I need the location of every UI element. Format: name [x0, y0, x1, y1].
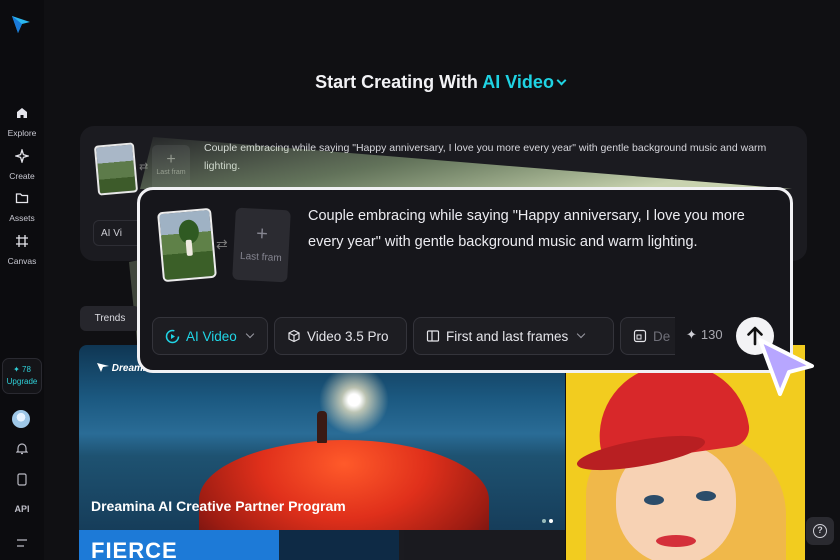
light-glow [319, 365, 389, 435]
sidebar-item-canvas[interactable]: Canvas [0, 234, 44, 269]
swap-icon[interactable]: ⇄ [216, 236, 228, 253]
api-link[interactable]: API [0, 504, 44, 514]
upgrade-button[interactable]: ✦ 78 Upgrade [2, 358, 42, 394]
gallery-item-text: FIERCE [91, 538, 178, 560]
sparkle-icon [15, 149, 29, 163]
sidebar-item-label: Assets [9, 213, 35, 223]
sidebar-item-explore[interactable]: Explore [0, 106, 44, 141]
mode-dropdown[interactable]: AI Video [482, 72, 567, 92]
bell-icon [15, 443, 29, 455]
mode-label: AI Video [482, 72, 554, 92]
model-select-label: Video 3.5 Pro [307, 328, 389, 344]
carousel-dot-active[interactable] [549, 519, 553, 523]
last-frame-slot[interactable]: + Last fram [232, 207, 291, 283]
avatar[interactable] [12, 410, 30, 428]
red-rock [199, 440, 489, 530]
eye [644, 495, 664, 505]
cube-icon [288, 329, 300, 343]
home-icon [17, 108, 27, 118]
page-title: Start Creating With AI Video [0, 72, 840, 93]
prompt-text[interactable]: Couple embracing while saying "Happy ann… [204, 139, 799, 175]
eye [696, 491, 716, 501]
mode-chip-label: AI Vi [101, 228, 122, 239]
page-title-prefix: Start Creating With [315, 72, 478, 92]
dreamina-logo[interactable] [10, 13, 32, 35]
silhouette [317, 411, 327, 443]
gallery-item[interactable] [404, 530, 565, 560]
tab-trends[interactable]: Trends [80, 306, 140, 331]
notification-button[interactable] [0, 442, 44, 460]
credit-cost: ✦ 130 [686, 327, 723, 343]
mode-chip[interactable]: AI Vi [93, 220, 143, 246]
first-frame-thumbnail[interactable] [93, 142, 139, 196]
ai-video-icon [165, 329, 180, 343]
help-icon: ? [813, 524, 827, 538]
sidebar-item-label: Canvas [7, 256, 37, 266]
upgrade-label: Upgrade [6, 377, 38, 386]
plus-icon: + [166, 151, 176, 168]
gallery-item-fierce[interactable]: FIERCE [79, 530, 279, 560]
phone-icon [17, 473, 27, 486]
couple [185, 239, 193, 257]
frames-select-label: First and last frames [446, 328, 569, 344]
chevron-down-icon [577, 329, 586, 339]
banner-title: Dreamina AI Creative Partner Program [91, 498, 346, 514]
menu-icon [17, 539, 27, 547]
chevron-down-icon [245, 329, 255, 339]
carousel-dot[interactable] [542, 519, 546, 523]
sparkle-icon: ✦ [686, 327, 697, 342]
mode-select[interactable]: AI Video [152, 317, 268, 355]
menu-button[interactable] [0, 534, 44, 552]
sidebar-item-assets[interactable]: Assets [0, 191, 44, 226]
swap-icon[interactable]: ⇄ [139, 160, 148, 173]
pointer-cursor-icon [758, 338, 814, 396]
help-button[interactable]: ? [806, 517, 834, 545]
prompt-text[interactable]: Couple embracing while saying "Happy ann… [308, 203, 778, 255]
last-frame-label: Last fram [156, 169, 186, 176]
sidebar-item-label: Explore [7, 128, 37, 138]
dreamina-logo-icon [97, 363, 109, 372]
gallery-row: FIERCE [79, 530, 565, 560]
ratio-select[interactable]: De [620, 317, 675, 355]
gallery-item[interactable] [279, 530, 399, 560]
sidebar-item-create[interactable]: Create [0, 149, 44, 184]
plus-icon: + [255, 222, 269, 246]
last-frame-label: Last fram [239, 250, 282, 265]
carousel-dots[interactable] [539, 510, 553, 528]
mobile-app-button[interactable] [0, 473, 44, 491]
frames-icon [426, 330, 440, 342]
ratio-select-label: De [653, 328, 671, 344]
frames-select[interactable]: First and last frames [413, 317, 614, 355]
lips [656, 535, 696, 547]
chevron-down-icon [556, 75, 567, 86]
sidebar-item-label: Create [9, 171, 35, 181]
last-frame-slot[interactable]: + Last fram [152, 145, 190, 193]
mode-select-label: AI Video [186, 328, 237, 344]
folder-icon [15, 193, 29, 204]
model-select[interactable]: Video 3.5 Pro [274, 317, 407, 355]
first-frame-thumbnail[interactable] [157, 207, 217, 283]
credit-cost-value: 130 [700, 327, 723, 342]
credits-count: ✦ 78 [13, 365, 31, 374]
aspect-ratio-icon [633, 329, 647, 343]
canvas-icon [16, 235, 28, 247]
